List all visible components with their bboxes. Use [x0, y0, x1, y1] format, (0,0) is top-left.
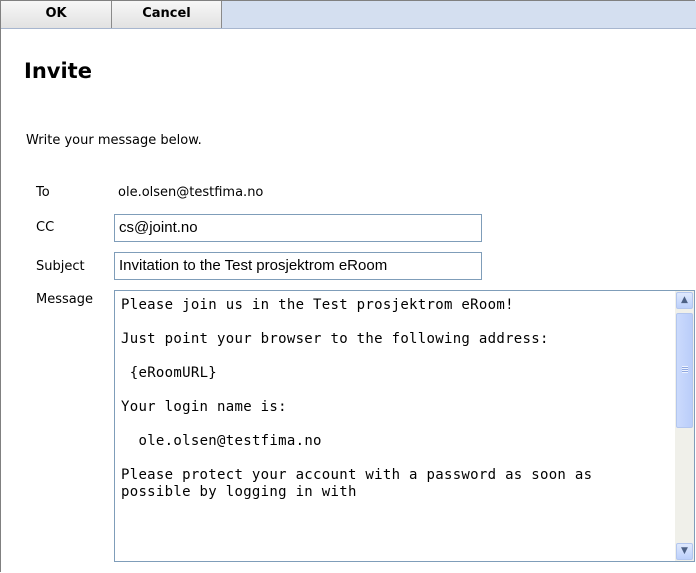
to-label: To: [36, 185, 50, 200]
scrollbar-thumb[interactable]: [676, 313, 693, 428]
cc-field[interactable]: cs@joint.no: [114, 214, 482, 242]
to-value: ole.olsen@testfima.no: [118, 185, 264, 200]
cancel-button[interactable]: Cancel: [112, 1, 222, 28]
toolbar: OK Cancel: [1, 1, 696, 29]
intro-text: Write your message below.: [26, 133, 202, 148]
chevron-down-icon[interactable]: ▼: [676, 543, 693, 560]
message-textarea[interactable]: Please join us in the Test prosjektrom e…: [114, 290, 695, 562]
cc-label: CC: [36, 220, 55, 235]
ok-button[interactable]: OK: [1, 1, 112, 28]
chevron-up-icon[interactable]: ▲: [676, 292, 693, 309]
grip-icon: [682, 366, 688, 373]
subject-field[interactable]: Invitation to the Test prosjektrom eRoom: [114, 252, 482, 280]
message-scrollbar[interactable]: ▲ ▼: [675, 291, 694, 561]
subject-label: Subject: [36, 259, 85, 274]
message-label: Message: [36, 292, 93, 307]
message-text[interactable]: Please join us in the Test prosjektrom e…: [121, 297, 666, 501]
page-title: Invite: [24, 59, 92, 83]
